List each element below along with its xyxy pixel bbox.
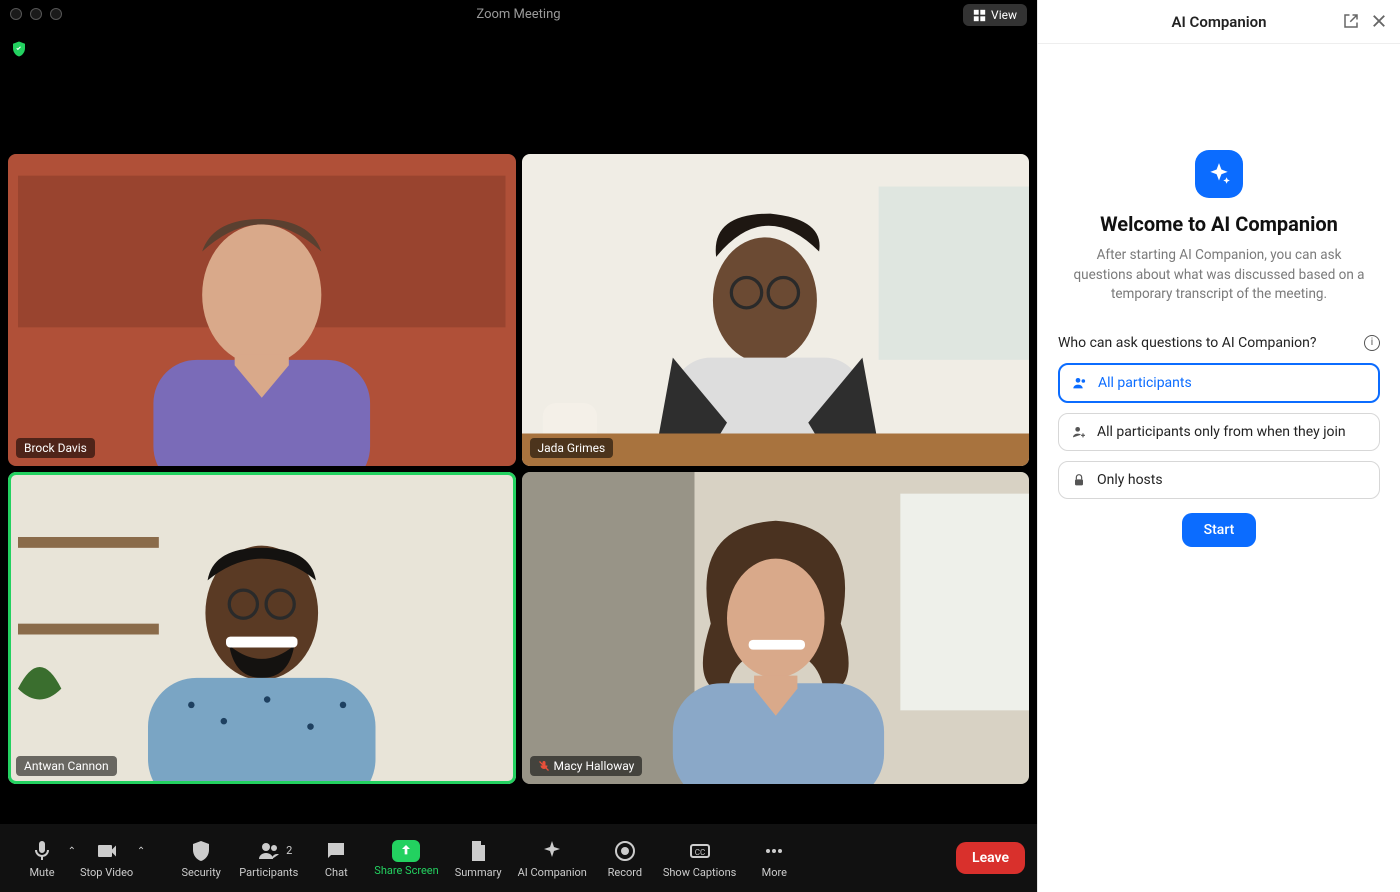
window-title: Zoom Meeting: [476, 7, 560, 22]
minimize-window-dot[interactable]: [30, 8, 42, 20]
participant-video: [8, 472, 516, 784]
option-only-hosts[interactable]: Only hosts: [1058, 461, 1380, 499]
security-button[interactable]: Security: [171, 838, 231, 879]
close-icon[interactable]: [1370, 12, 1388, 30]
participants-count: 2: [286, 844, 292, 857]
people-icon: [1072, 375, 1088, 391]
maximize-window-dot[interactable]: [50, 8, 62, 20]
chevron-up-icon[interactable]: ⌃: [137, 846, 145, 857]
summary-button[interactable]: Summary: [447, 838, 510, 879]
leave-button[interactable]: Leave: [956, 842, 1025, 874]
welcome-text: After starting AI Companion, you can ask…: [1069, 246, 1369, 305]
close-window-dot[interactable]: [10, 8, 22, 20]
video-tile[interactable]: Jada Grimes: [522, 154, 1030, 466]
people-icon: [257, 839, 281, 863]
panel-header: AI Companion: [1038, 0, 1400, 44]
mute-button[interactable]: Mute ⌃: [12, 838, 72, 879]
muted-mic-icon: [538, 760, 550, 772]
panel-title: AI Companion: [1171, 13, 1266, 31]
share-arrow-icon: [398, 843, 414, 859]
sparkle-icon: [540, 839, 564, 863]
lock-icon: [1071, 472, 1087, 488]
svg-text:CC: CC: [694, 848, 704, 857]
document-icon: [466, 839, 490, 863]
popout-icon[interactable]: [1342, 12, 1360, 30]
name-tag: Brock Davis: [16, 438, 95, 458]
start-button[interactable]: Start: [1182, 513, 1257, 547]
welcome-heading: Welcome to AI Companion: [1100, 212, 1338, 236]
participant-video: [522, 472, 1030, 784]
meeting-window: Zoom Meeting View Brock Davis: [0, 0, 1037, 892]
window-traffic-lights: [0, 8, 62, 20]
stop-video-button[interactable]: Stop Video ⌃: [72, 838, 141, 879]
chat-button[interactable]: Chat: [306, 838, 366, 879]
info-icon[interactable]: i: [1364, 335, 1380, 351]
video-camera-icon: [95, 839, 119, 863]
video-grid: Brock Davis Jada Grimes: [0, 146, 1037, 792]
chat-bubble-icon: [324, 839, 348, 863]
participant-video: [8, 154, 516, 466]
show-captions-button[interactable]: CC Show Captions: [655, 838, 744, 879]
more-button[interactable]: More: [744, 838, 804, 879]
panel-body: Welcome to AI Companion After starting A…: [1038, 44, 1400, 547]
cc-icon: CC: [688, 839, 712, 863]
video-tile[interactable]: Brock Davis: [8, 154, 516, 466]
record-button[interactable]: Record: [595, 838, 655, 879]
name-tag: Jada Grimes: [530, 438, 614, 458]
participants-button[interactable]: Participants 2: [231, 838, 306, 879]
microphone-icon: [30, 839, 54, 863]
view-button[interactable]: View: [963, 4, 1027, 26]
option-all-participants[interactable]: All participants: [1058, 363, 1380, 403]
more-dots-icon: [762, 839, 786, 863]
name-tag: Antwan Cannon: [16, 756, 117, 776]
person-plus-icon: [1071, 424, 1087, 440]
view-button-label: View: [991, 8, 1017, 22]
record-icon: [613, 839, 637, 863]
encryption-shield-icon[interactable]: [10, 40, 28, 58]
video-tile[interactable]: Macy Halloway: [522, 472, 1030, 784]
meeting-toolbar: Mute ⌃ Stop Video ⌃ Security Participant…: [0, 824, 1037, 892]
participant-video: [522, 154, 1030, 466]
option-from-when-join[interactable]: All participants only from when they joi…: [1058, 413, 1380, 451]
shield-icon: [189, 839, 213, 863]
video-tile[interactable]: Antwan Cannon: [8, 472, 516, 784]
permission-question: Who can ask questions to AI Companion? i: [1058, 335, 1380, 351]
sparkle-icon: [1206, 161, 1232, 187]
ai-companion-logo: [1195, 150, 1243, 198]
name-tag: Macy Halloway: [530, 756, 643, 776]
grid-icon: [973, 9, 986, 22]
ai-companion-panel: AI Companion Welcome to AI Companion Aft…: [1037, 0, 1400, 892]
share-screen-button[interactable]: Share Screen: [366, 840, 446, 877]
ai-companion-button[interactable]: AI Companion: [510, 838, 595, 879]
titlebar: Zoom Meeting View: [0, 0, 1037, 28]
